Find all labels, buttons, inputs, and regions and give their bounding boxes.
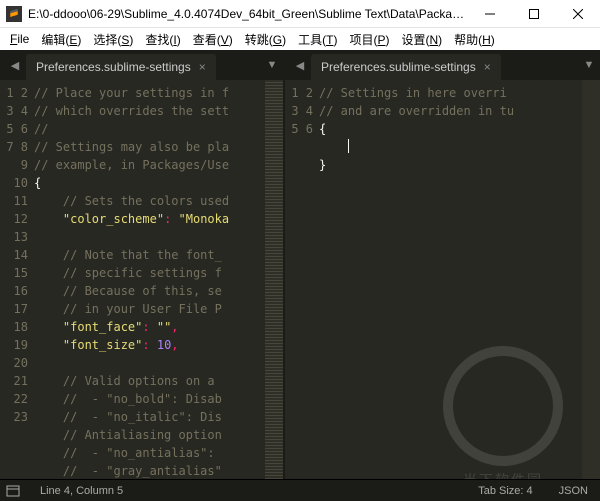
close-icon [573, 9, 583, 19]
minimize-button[interactable] [468, 0, 512, 28]
status-position[interactable]: Line 4, Column 5 [34, 485, 129, 497]
right-tab-label: Preferences.sublime-settings [321, 60, 476, 74]
tab-scroll-right[interactable]: ▼ [578, 50, 600, 80]
left-code[interactable]: // Place your settings in f // which ove… [34, 80, 265, 479]
editor-area: ◀ Preferences.sublime-settings × ▼ 1 2 3… [0, 50, 600, 479]
tab-scroll-left[interactable]: ◀ [4, 50, 26, 80]
tab-scroll-right[interactable]: ▼ [261, 50, 283, 80]
status-tab-size[interactable]: Tab Size: 4 [472, 485, 538, 497]
right-minimap[interactable] [582, 80, 600, 479]
window-title: E:\0-ddooo\06-29\Sublime_4.0.4074Dev_64b… [28, 7, 468, 21]
titlebar: E:\0-ddooo\06-29\Sublime_4.0.4074Dev_64b… [0, 0, 600, 28]
sublime-icon [8, 8, 20, 20]
close-button[interactable] [556, 0, 600, 28]
status-syntax[interactable]: JSON [553, 485, 594, 497]
panel-switcher-icon[interactable] [6, 484, 20, 498]
statusbar: Line 4, Column 5 Tab Size: 4 JSON [0, 479, 600, 501]
menu-v[interactable]: 查看(V) [187, 29, 239, 50]
menu-t[interactable]: 工具(T) [292, 29, 343, 50]
left-pane: ◀ Preferences.sublime-settings × ▼ 1 2 3… [0, 50, 285, 479]
menu-n[interactable]: 设置(N) [395, 29, 448, 50]
left-tab-label: Preferences.sublime-settings [36, 60, 191, 74]
app-icon [6, 6, 22, 22]
left-gutter: 1 2 3 4 5 6 7 8 9 10 11 12 13 14 15 16 1… [0, 80, 34, 479]
right-pane: ◀ Preferences.sublime-settings × ▼ 1 2 3… [285, 50, 600, 479]
right-code[interactable]: // Settings in here overri // and are ov… [319, 80, 582, 479]
right-tab-row: ◀ Preferences.sublime-settings × ▼ [285, 50, 600, 80]
menu-e[interactable]: 编辑(E) [35, 29, 87, 50]
menu-f[interactable]: File [4, 30, 35, 48]
left-minimap[interactable] [265, 80, 283, 479]
menu-g[interactable]: 转跳(G) [239, 29, 292, 50]
menu-h[interactable]: 帮助(H) [448, 29, 501, 50]
minimize-icon [485, 9, 495, 19]
menu-i[interactable]: 查找(I) [139, 29, 186, 50]
tab-close-icon[interactable]: × [484, 60, 491, 74]
left-tab[interactable]: Preferences.sublime-settings × [26, 54, 216, 80]
watermark: 当下软件园 [428, 230, 578, 479]
tab-close-icon[interactable]: × [199, 60, 206, 74]
window-controls [468, 0, 600, 28]
maximize-icon [529, 9, 539, 19]
left-tab-row: ◀ Preferences.sublime-settings × ▼ [0, 50, 283, 80]
menu-s[interactable]: 选择(S) [87, 29, 139, 50]
menubar: File编辑(E)选择(S)查找(I)查看(V)转跳(G)工具(T)项目(P)设… [0, 28, 600, 50]
right-code-area[interactable]: 1 2 3 4 5 6 // Settings in here overri /… [285, 80, 600, 479]
tab-scroll-left[interactable]: ◀ [289, 50, 311, 80]
right-gutter: 1 2 3 4 5 6 [285, 80, 319, 479]
left-code-area[interactable]: 1 2 3 4 5 6 7 8 9 10 11 12 13 14 15 16 1… [0, 80, 283, 479]
maximize-button[interactable] [512, 0, 556, 28]
menu-p[interactable]: 项目(P) [343, 29, 395, 50]
right-tab[interactable]: Preferences.sublime-settings × [311, 54, 501, 80]
